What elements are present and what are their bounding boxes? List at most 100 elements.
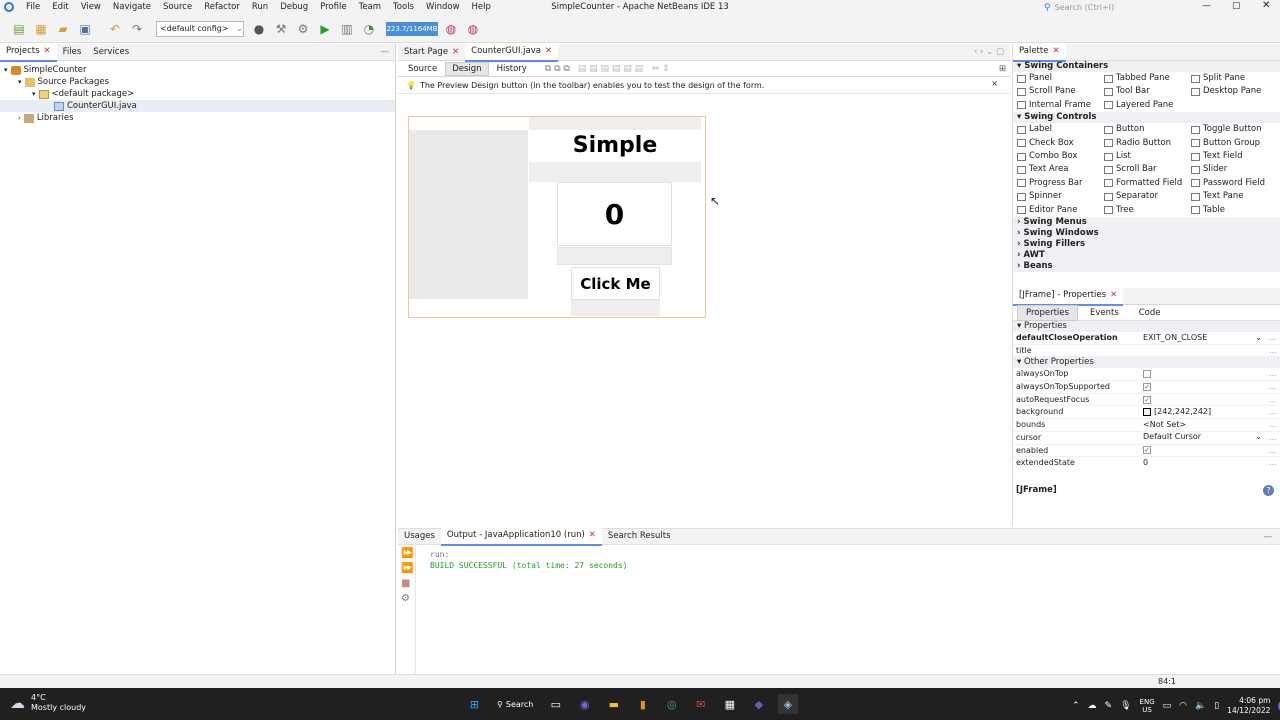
new-file-icon[interactable]: ▤	[10, 20, 28, 38]
language-indicator[interactable]: ENG US	[1140, 698, 1155, 714]
ellipsis-button[interactable]: …	[1266, 432, 1280, 444]
menu-item-profile[interactable]: Profile	[314, 0, 352, 15]
palette-item-separator[interactable]: Separator	[1104, 190, 1191, 203]
close-tab-icon[interactable]: ✕	[1052, 43, 1059, 60]
help-icon[interactable]: ?	[1263, 485, 1274, 496]
ellipsis-button[interactable]: …	[1266, 381, 1280, 393]
palette-item-layered-pane[interactable]: Layered Pane	[1104, 99, 1191, 112]
run-icon[interactable]: ▶	[316, 20, 334, 38]
palette-item-password-field[interactable]: Password Field	[1191, 177, 1278, 190]
palette-item-text-field[interactable]: Text Field	[1191, 150, 1278, 163]
mail-icon[interactable]: ✉	[691, 694, 711, 714]
settings-icon[interactable]: ⚙	[398, 591, 415, 606]
palette-item-scroll-pane[interactable]: Scroll Pane	[1017, 85, 1104, 98]
search-box[interactable]: ⚲ Search (Ctrl+I)	[1044, 1, 1114, 14]
property-row[interactable]: autoRequestFocus ✓…	[1013, 394, 1280, 407]
tab-palette[interactable]: Palette ✕	[1013, 42, 1066, 62]
palette-item-scroll-bar[interactable]: Scroll Bar	[1104, 163, 1191, 176]
output-tab[interactable]: Output - JavaApplication10 (run) ✕	[440, 527, 602, 546]
tree-item-file[interactable]: CounterGUI.java	[0, 100, 395, 112]
dropdown-icon[interactable]: ⌄	[1255, 431, 1262, 444]
redo-icon[interactable]: ↷	[128, 20, 146, 38]
palette-item-panel[interactable]: Panel	[1017, 72, 1104, 85]
property-row[interactable]: background [242,242,242]…	[1013, 406, 1280, 420]
palette-item-text-pane[interactable]: Text Pane	[1191, 190, 1278, 203]
close-tab-icon[interactable]: ✕	[1110, 287, 1117, 304]
property-value[interactable]: [242,242,242]	[1143, 406, 1266, 418]
palette-item-formatted-field[interactable]: Formatted Field	[1104, 177, 1191, 190]
clock[interactable]: 4:06 pm 14/12/2022	[1227, 696, 1270, 716]
tree-item-package[interactable]: ▾ <default package>	[0, 88, 395, 100]
weather-widget[interactable]: ☁ 4°C Mostly cloudy	[10, 693, 86, 713]
prop-tab-events[interactable]: Events	[1082, 306, 1127, 320]
view-history-tab[interactable]: History	[491, 63, 533, 75]
menu-item-refactor[interactable]: Refactor	[198, 0, 246, 15]
monitor-icon[interactable]: ▭	[1163, 701, 1172, 711]
globe-icon[interactable]: ●	[250, 20, 268, 38]
ellipsis-button[interactable]: …	[1266, 457, 1280, 469]
wifi-icon[interactable]: ◠	[1179, 701, 1187, 711]
menu-item-navigate[interactable]: Navigate	[107, 0, 157, 15]
palette-item-internal-frame[interactable]: Internal Frame	[1017, 99, 1104, 112]
palette-item-combo-box[interactable]: Combo Box	[1017, 150, 1104, 163]
checkbox[interactable]	[1143, 370, 1151, 379]
property-row[interactable]: alwaysOnTop…	[1013, 368, 1280, 382]
checkbox[interactable]: ✓	[1143, 382, 1151, 391]
palette-section-swing-menus[interactable]: › Swing Menus	[1013, 216, 1280, 228]
palette-section-beans[interactable]: › Beans	[1013, 260, 1280, 272]
prop-tab-properties[interactable]: Properties	[1017, 304, 1078, 321]
gc2-icon[interactable]: ◍	[464, 20, 482, 38]
view-design-tab[interactable]: Design	[445, 61, 489, 76]
palette-item-label[interactable]: Label	[1017, 123, 1104, 136]
prop-tab-code[interactable]: Code	[1131, 306, 1169, 320]
property-row[interactable]: enabled ✓…	[1013, 445, 1280, 458]
palette-section-swing-windows[interactable]: › Swing Windows	[1013, 227, 1280, 239]
config-select[interactable]: <default config> ⌄	[156, 20, 244, 37]
palette-item-table[interactable]: Table	[1191, 204, 1278, 217]
close-tab-icon[interactable]: ✕	[452, 44, 459, 61]
close-tab-icon[interactable]: ✕	[589, 527, 596, 544]
onedrive-icon[interactable]: ☁	[1088, 701, 1097, 711]
editor-nav-icons[interactable]: ‹ › ⌄ ▢	[974, 47, 1004, 57]
palette-item-slider[interactable]: Slider	[1191, 163, 1278, 176]
volume-icon[interactable]: 🔈	[1195, 701, 1206, 711]
ellipsis-button[interactable]: …	[1266, 445, 1280, 457]
tab-services[interactable]: Services	[87, 44, 135, 61]
palette-section-swing-controls[interactable]: ▾ Swing Controls	[1013, 112, 1280, 124]
palette-item-editor-pane[interactable]: Editor Pane	[1017, 204, 1104, 217]
pen-icon[interactable]: ✎	[1105, 701, 1113, 711]
menu-item-edit[interactable]: Edit	[46, 0, 74, 15]
output-tab[interactable]: Search Results	[602, 528, 677, 545]
new-project-icon[interactable]: ▦	[32, 20, 50, 38]
chevron-up-icon[interactable]: ⌃	[1072, 701, 1080, 711]
property-value[interactable]: 0	[1143, 457, 1266, 469]
clean-build-icon[interactable]: ⚙	[294, 20, 312, 38]
menu-item-debug[interactable]: Debug	[274, 0, 314, 15]
ellipsis-button[interactable]: …	[1266, 345, 1280, 357]
chat-icon[interactable]: ◉	[575, 694, 595, 714]
palette-section-swing-containers[interactable]: ▾ Swing Containers	[1013, 61, 1280, 72]
view-source-tab[interactable]: Source	[402, 63, 443, 75]
form-title-label[interactable]: Simple Counter	[528, 130, 702, 190]
stop-icon[interactable]: ■	[398, 576, 415, 591]
tab-properties-window[interactable]: [JFrame] - Properties ✕	[1013, 286, 1124, 306]
selection-mode-icon[interactable]: ⧉ ⧉ ⧉	[545, 64, 570, 74]
dropdown-icon[interactable]: ⌄	[1255, 332, 1262, 345]
chrome-icon[interactable]: ◎	[662, 694, 682, 714]
tab-projects[interactable]: Projects ✕	[0, 42, 57, 62]
mic-icon[interactable]: 🎙	[1120, 701, 1131, 711]
teams-icon[interactable]: ◆	[749, 694, 769, 714]
menu-item-run[interactable]: Run	[246, 0, 274, 15]
battery-icon[interactable]: ▯	[1214, 701, 1219, 711]
undo-icon[interactable]: ↶	[106, 20, 124, 38]
property-value[interactable]	[1143, 368, 1266, 380]
properties-section[interactable]: ▾ Properties	[1013, 321, 1280, 332]
palette-section-awt[interactable]: › AWT	[1013, 249, 1280, 261]
rerun-icon[interactable]: ⏩	[398, 546, 415, 561]
palette-item-progress-bar[interactable]: Progress Bar	[1017, 177, 1104, 190]
gc-icon[interactable]: ◍	[442, 20, 460, 38]
close-tab-icon[interactable]: ✕	[545, 43, 552, 60]
palette-item-tool-bar[interactable]: Tool Bar	[1104, 85, 1191, 98]
minimize-button[interactable]: —	[1202, 1, 1211, 11]
netbeans-taskbar-icon[interactable]: ◈	[777, 694, 798, 714]
